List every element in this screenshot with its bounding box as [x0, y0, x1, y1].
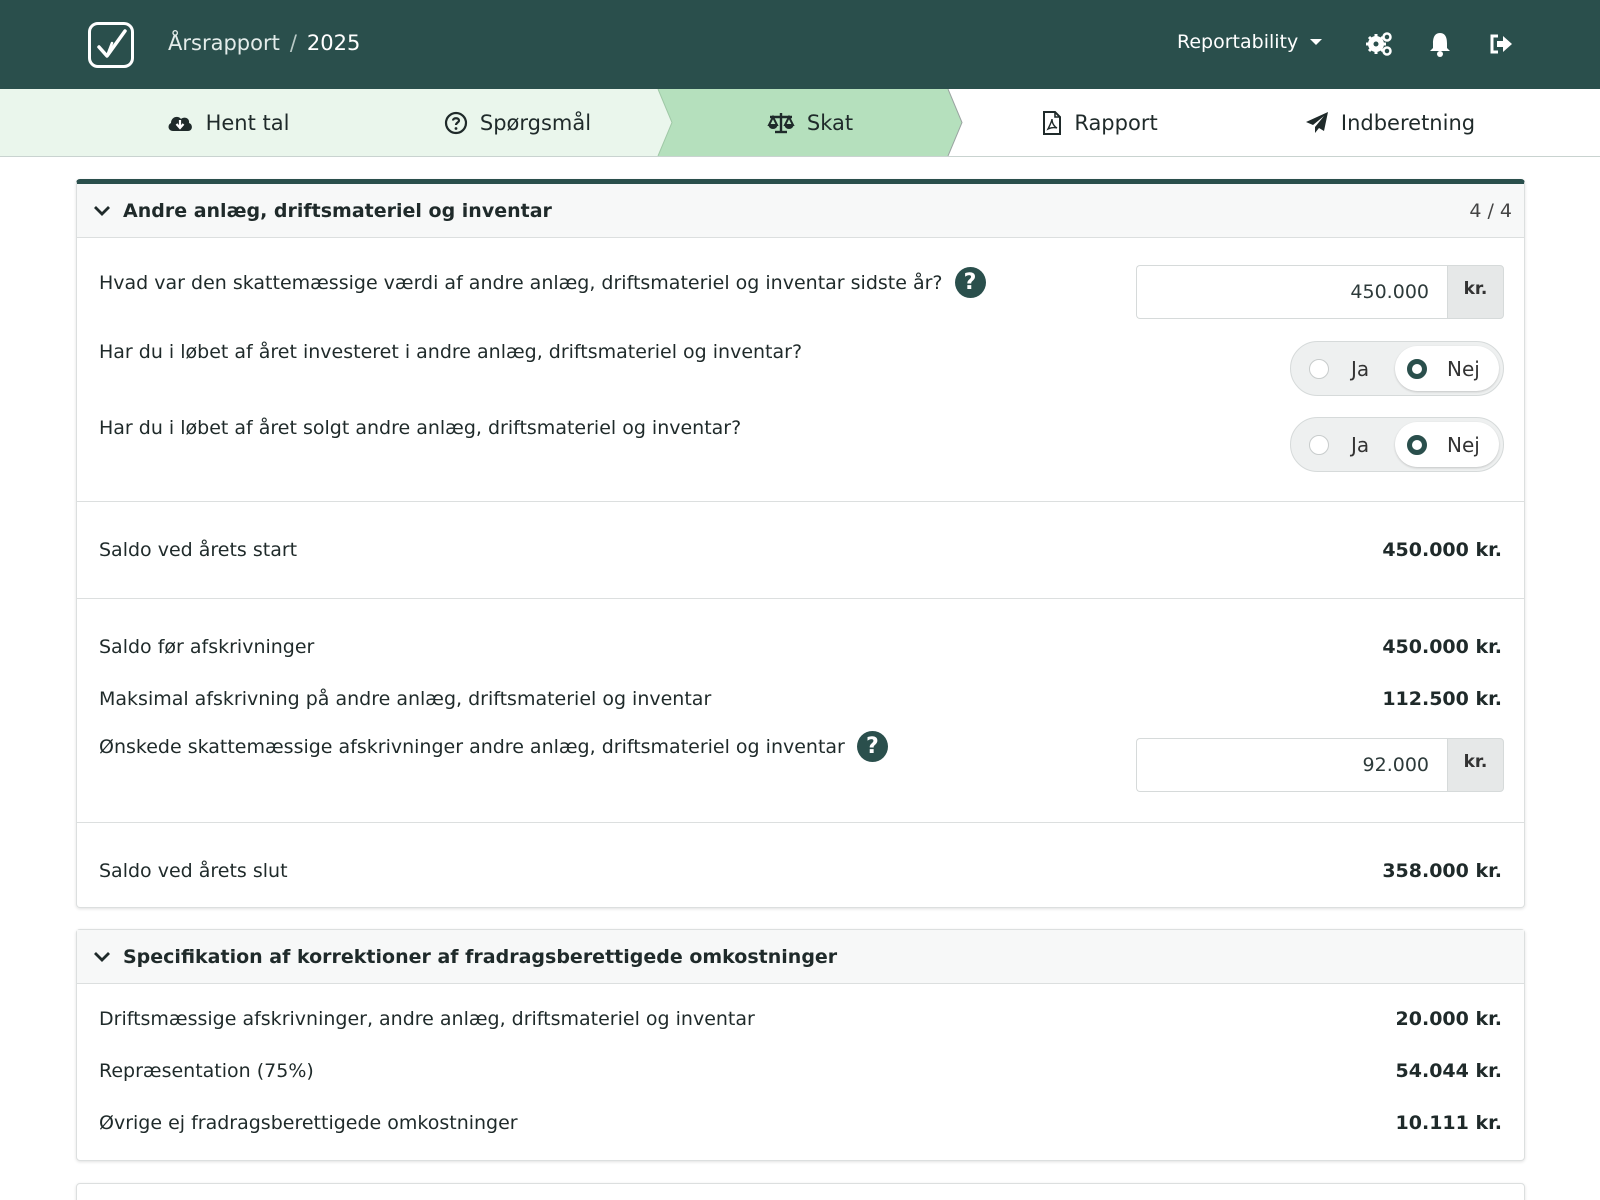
org-name: Reportability: [1177, 31, 1299, 53]
step-skat[interactable]: Skat: [672, 89, 948, 156]
help-icon[interactable]: ?: [856, 731, 888, 762]
section-card-andre-anlaeg: Andre anlæg, driftsmateriel og inventar …: [76, 179, 1525, 908]
wanted-depreciation-input[interactable]: [1136, 738, 1447, 792]
section-card-korrektioner: Specifikation af korrektioner af fradrag…: [76, 929, 1525, 1161]
caret-down-icon: [1310, 39, 1323, 45]
divider: [77, 501, 1524, 502]
question-text: Har du i løbet af året investeret i andr…: [99, 341, 803, 363]
step-label: Spørgsmål: [479, 110, 592, 135]
step-navigation: Hent tal Spørgsmål Skat Rapport Indberet…: [0, 89, 1600, 157]
radio-unchecked-icon: [1309, 358, 1329, 379]
saldo-end-value: 358.000 kr.: [1382, 860, 1502, 882]
correction-row-value: 54.044 kr.: [1395, 1060, 1502, 1082]
correction-row-label: Repræsentation (75%): [99, 1060, 314, 1082]
option-label: Nej: [1447, 432, 1480, 457]
divider: [77, 822, 1524, 823]
sold-yes-no-toggle: Ja Nej: [1290, 417, 1504, 472]
breadcrumb-separator: /: [289, 31, 297, 55]
paper-plane-icon: [1305, 111, 1328, 133]
correction-row-label: Øvrige ej fradragsberettigede omkostning…: [99, 1112, 518, 1134]
last-year-value-input-group: kr.: [1136, 265, 1504, 319]
radio-unchecked-icon: [1309, 434, 1329, 455]
settings-gears-icon[interactable]: [1365, 30, 1393, 62]
invested-yes-no-toggle: Ja Nej: [1290, 341, 1504, 396]
radio-checked-icon: [1407, 434, 1427, 455]
currency-suffix: kr.: [1447, 738, 1504, 792]
saldo-start-label: Saldo ved årets start: [99, 539, 298, 561]
help-icon[interactable]: ?: [954, 267, 986, 298]
saldo-end-label: Saldo ved årets slut: [99, 860, 288, 882]
balance-scale-icon: [767, 112, 795, 133]
top-navbar: Årsrapport / 2025 Reportability: [0, 0, 1600, 89]
section-title: Andre anlæg, driftsmateriel og inventar: [123, 199, 552, 222]
radio-checked-icon: [1407, 358, 1427, 379]
max-depreciation-value: 112.500 kr.: [1382, 688, 1502, 710]
chevron-down-icon: [94, 951, 110, 962]
option-nej[interactable]: Nej: [1395, 346, 1499, 391]
currency-suffix: kr.: [1447, 265, 1504, 319]
file-pdf-icon: [1043, 110, 1062, 135]
option-ja[interactable]: Ja: [1295, 346, 1395, 391]
option-label: Nej: [1447, 356, 1480, 381]
saldo-before-value: 450.000 kr.: [1382, 636, 1502, 658]
step-label: Rapport: [1074, 110, 1158, 135]
question-text: Har du i løbet af året solgt andre anlæg…: [99, 417, 742, 439]
correction-row-label: Driftsmæssige afskrivninger, andre anlæg…: [99, 1008, 755, 1030]
option-label: Ja: [1351, 356, 1370, 381]
step-label: Skat: [806, 110, 854, 135]
breadcrumb-root[interactable]: Årsrapport: [168, 31, 280, 55]
question-circle-icon: [444, 111, 467, 134]
breadcrumb: Årsrapport / 2025: [168, 31, 360, 55]
step-rapport[interactable]: Rapport: [960, 89, 1240, 156]
section-card-next: [76, 1183, 1525, 1200]
section-header[interactable]: Andre anlæg, driftsmateriel og inventar …: [77, 184, 1524, 238]
divider: [77, 598, 1524, 599]
chevron-down-icon: [94, 205, 110, 216]
section-header[interactable]: Specifikation af korrektioner af fradrag…: [77, 930, 1524, 984]
option-label: Ja: [1351, 432, 1370, 457]
saldo-before-label: Saldo før afskrivninger: [99, 636, 315, 658]
section-progress-count: 4 / 4: [1469, 200, 1512, 222]
step-spoergsmaal[interactable]: Spørgsmål: [345, 89, 690, 156]
step-label: Hent tal: [205, 110, 290, 135]
cloud-download-icon: [168, 116, 192, 131]
org-dropdown[interactable]: Reportability: [1177, 31, 1323, 53]
last-year-value-input[interactable]: [1136, 265, 1447, 319]
question-invested: Har du i løbet af året investeret i andr…: [99, 341, 802, 363]
question-last-year-value: Hvad var den skattemæssige værdi af andr…: [99, 267, 986, 298]
question-text: Hvad var den skattemæssige værdi af andr…: [99, 271, 943, 294]
wanted-depreciation-input-group: kr.: [1136, 738, 1504, 792]
correction-row-value: 20.000 kr.: [1395, 1008, 1502, 1030]
question-sold: Har du i løbet af året solgt andre anlæg…: [99, 417, 741, 439]
correction-row-value: 10.111 kr.: [1395, 1112, 1502, 1134]
question-text: Ønskede skattemæssige afskrivninger andr…: [99, 735, 845, 758]
question-wanted-depreciation: Ønskede skattemæssige afskrivninger andr…: [99, 731, 888, 762]
section-title: Specifikation af korrektioner af fradrag…: [123, 945, 838, 968]
option-nej[interactable]: Nej: [1395, 422, 1499, 467]
step-label: Indberetning: [1340, 110, 1476, 135]
max-depreciation-label: Maksimal afskrivning på andre anlæg, dri…: [99, 688, 712, 710]
sign-out-icon[interactable]: [1488, 30, 1514, 62]
step-indberetning[interactable]: Indberetning: [1240, 89, 1540, 156]
breadcrumb-year: 2025: [306, 31, 361, 55]
check-logo-icon[interactable]: [88, 22, 134, 68]
saldo-start-value: 450.000 kr.: [1382, 539, 1502, 561]
bell-icon[interactable]: [1428, 30, 1452, 62]
option-ja[interactable]: Ja: [1295, 422, 1395, 467]
